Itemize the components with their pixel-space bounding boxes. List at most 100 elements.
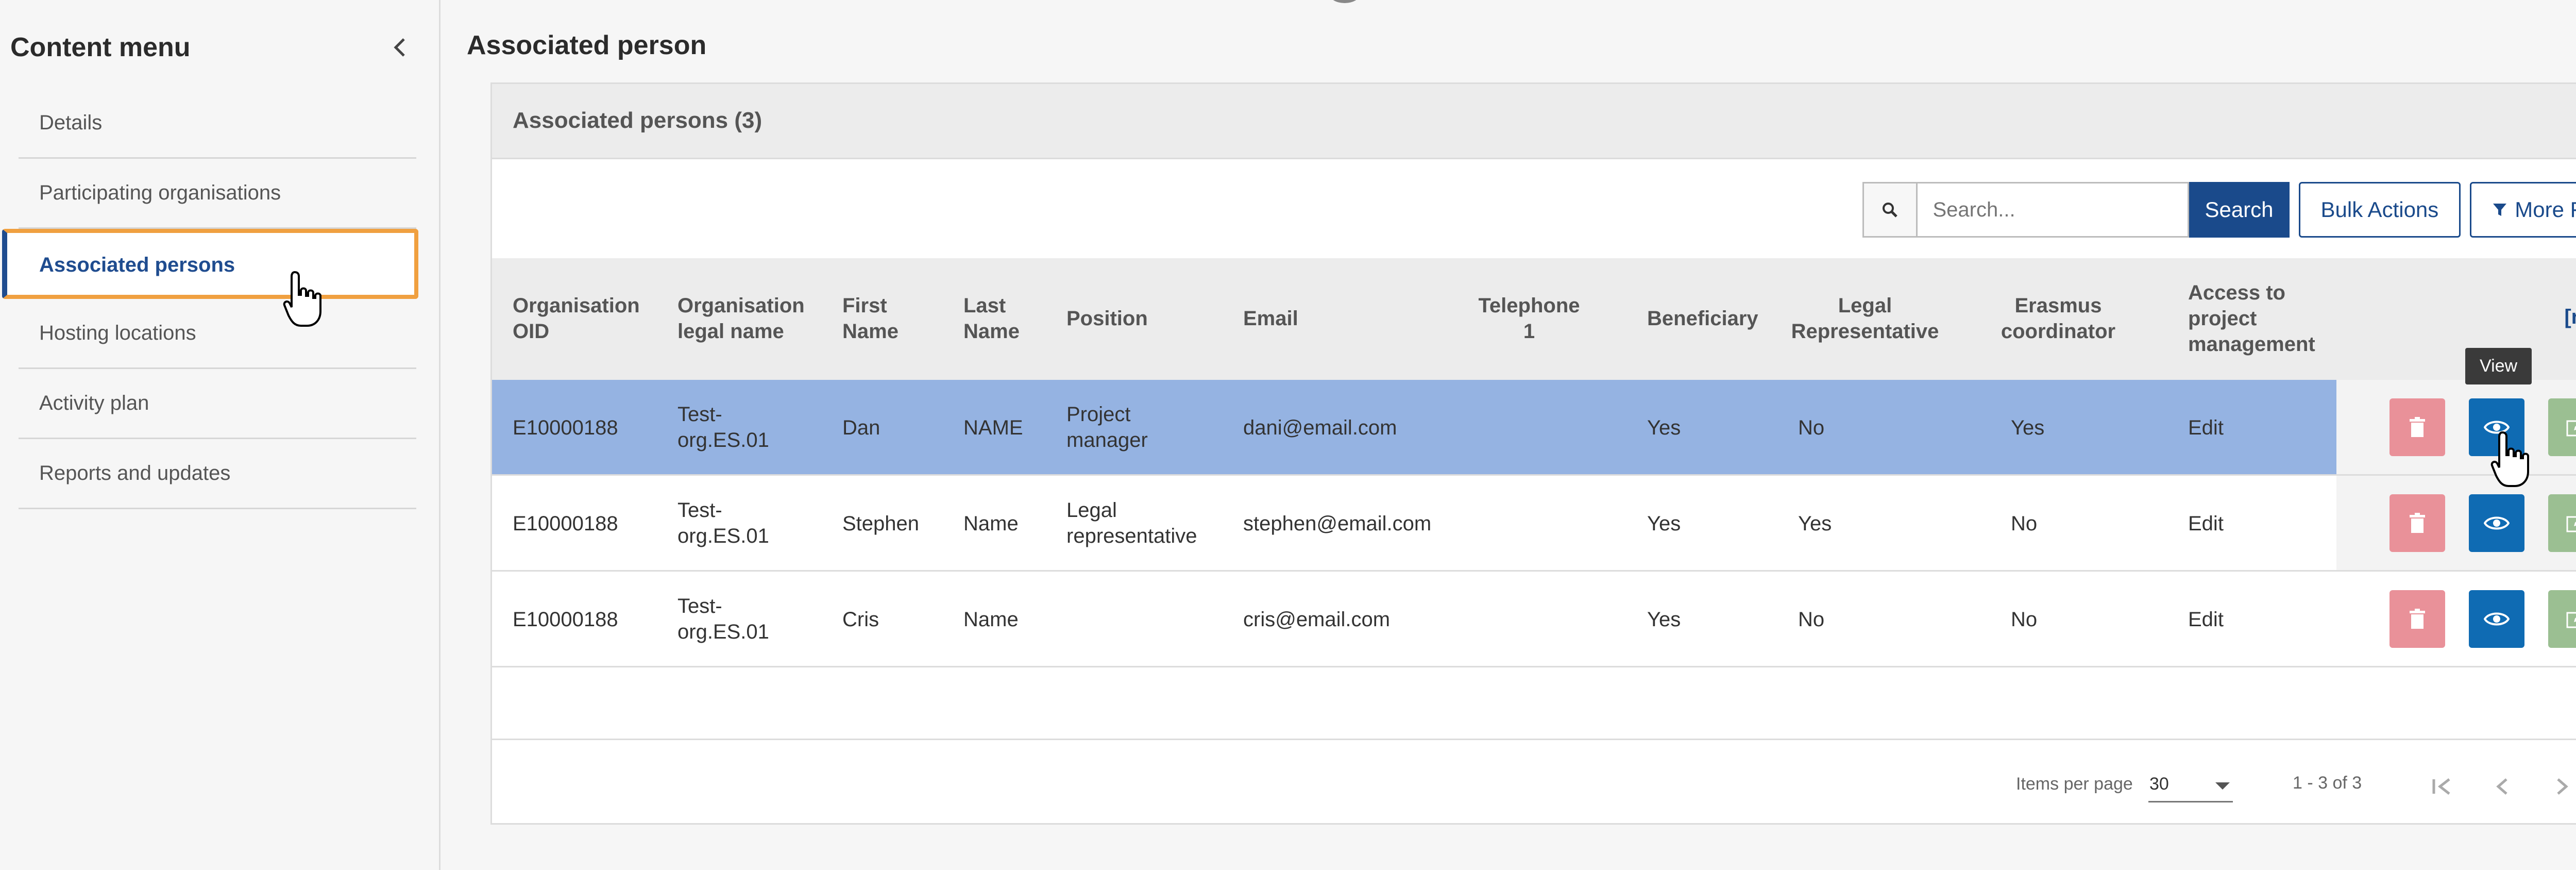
- cell-legal-name: Test-org.ES.01: [677, 499, 769, 547]
- cell-legal-name: Test-org.ES.01: [677, 595, 769, 643]
- cell-first-name: Dan: [842, 416, 880, 439]
- search-box: Search: [1862, 182, 2290, 238]
- search-button[interactable]: Search: [2189, 182, 2290, 238]
- cell-access: Edit: [2188, 416, 2224, 439]
- col-header-position[interactable]: Position: [1066, 306, 1170, 331]
- items-per-page-select[interactable]: 30: [2148, 770, 2233, 802]
- cell-email: dani@email.com: [1243, 416, 1397, 439]
- cell-erasmus-coordinator: No: [2011, 608, 2038, 631]
- cell-legal-representative: No: [1798, 416, 1825, 439]
- edit-button[interactable]: [2548, 398, 2576, 456]
- cell-legal-representative: Yes: [1798, 512, 1832, 535]
- cell-beneficiary: Yes: [1647, 512, 1681, 535]
- col-header-oid[interactable]: Organisation OID: [513, 293, 647, 344]
- card-title: Associated persons (3): [513, 108, 762, 133]
- sidebar-item-label: Details: [39, 111, 103, 134]
- sidebar-item-label: Associated persons: [39, 254, 235, 276]
- chevron-left-icon[interactable]: [387, 32, 413, 63]
- table-row[interactable]: E10000188 Test-org.ES.01 Dan NAME Projec…: [492, 380, 2576, 476]
- associated-persons-card: Associated persons (3) Search Bulk Actio…: [490, 82, 2576, 825]
- sidebar-item-details[interactable]: Details: [19, 89, 416, 159]
- sidebar-item-associated-persons[interactable]: Associated persons: [2, 229, 418, 299]
- sidebar-item-label: Hosting locations: [39, 322, 196, 344]
- cell-first-name: Stephen: [842, 512, 920, 535]
- trash-icon: [2410, 609, 2425, 629]
- more-filters-button[interactable]: More Filters: [2470, 182, 2576, 238]
- sidebar-title: Content menu: [10, 32, 191, 62]
- bulk-actions-label: Bulk Actions: [2320, 197, 2439, 222]
- sidebar-item-label: Activity plan: [39, 392, 149, 414]
- delete-button[interactable]: [2389, 494, 2445, 552]
- card-header: Associated persons (3): [492, 84, 2576, 159]
- cell-email: cris@email.com: [1243, 608, 1391, 631]
- row-actions-background: [2336, 476, 2576, 570]
- content-menu-sidebar: Content menu Details Participating organ…: [0, 0, 440, 870]
- table-row[interactable]: E10000188 Test-org.ES.01 Cris Name cris@…: [492, 572, 2576, 667]
- cell-last-name: NAME: [963, 416, 1023, 439]
- prev-page-icon[interactable]: [2487, 771, 2518, 802]
- cell-oid: E10000188: [513, 512, 618, 535]
- sidebar-list: Details Participating organisations Asso…: [2, 89, 418, 509]
- bulk-actions-button[interactable]: Bulk Actions: [2298, 182, 2461, 238]
- cell-last-name: Name: [963, 512, 1019, 535]
- next-page-icon[interactable]: [2547, 771, 2576, 802]
- search-input[interactable]: [1916, 182, 2189, 238]
- cell-oid: E10000188: [513, 416, 618, 439]
- hand-cursor-icon: [2490, 431, 2529, 487]
- cell-beneficiary: Yes: [1647, 608, 1681, 631]
- view-tooltip: View: [2465, 348, 2532, 384]
- cell-legal-representative: No: [1798, 608, 1825, 631]
- cell-erasmus-coordinator: No: [2011, 512, 2038, 535]
- table-toolbar: Search Bulk Actions More Filters: [1862, 182, 2576, 238]
- sidebar-item-reports-and-updates[interactable]: Reports and updates: [19, 439, 416, 509]
- col-header-beneficiary[interactable]: Beneficiary: [1647, 306, 1776, 331]
- chevron-down-icon: [2215, 782, 2230, 790]
- reload-link[interactable]: [reload]: [2564, 306, 2576, 329]
- edit-icon: [2566, 612, 2576, 628]
- col-header-erasmus-coordinator[interactable]: Erasmus coordinator: [1996, 293, 2120, 344]
- sidebar-item-participating-organisations[interactable]: Participating organisations: [19, 159, 416, 229]
- search-icon: [1862, 182, 1916, 238]
- cell-access: Edit: [2188, 608, 2224, 631]
- col-header-access[interactable]: Access to project management: [2188, 280, 2327, 357]
- cell-legal-name: Test-org.ES.01: [677, 403, 769, 451]
- col-header-legal-representative[interactable]: Legal Representative: [1790, 293, 1940, 344]
- delete-button[interactable]: [2389, 590, 2445, 648]
- delete-button[interactable]: [2389, 398, 2445, 456]
- view-button[interactable]: [2469, 590, 2524, 648]
- eye-icon: [2484, 612, 2510, 626]
- row-selection-highlight: [492, 380, 2336, 474]
- eye-icon: [2484, 516, 2510, 530]
- cell-position: Project manager: [1066, 403, 1148, 451]
- cell-erasmus-coordinator: Yes: [2011, 416, 2045, 439]
- edit-button[interactable]: [2548, 590, 2576, 648]
- cell-beneficiary: Yes: [1647, 416, 1681, 439]
- cell-first-name: Cris: [842, 608, 879, 631]
- top-edge-arc: [1329, 0, 1360, 3]
- table-row[interactable]: E10000188 Test-org.ES.01 Stephen Name Le…: [492, 476, 2576, 572]
- filter-icon: [2493, 204, 2507, 216]
- edit-icon: [2566, 420, 2576, 437]
- hand-cursor-icon: [283, 271, 321, 327]
- cell-access: Edit: [2188, 512, 2224, 535]
- col-header-last-name[interactable]: Last Name: [963, 293, 1025, 344]
- items-per-page-label: Items per page: [2016, 774, 2133, 794]
- page-range: 1 - 3 of 3: [2293, 773, 2362, 793]
- cell-oid: E10000188: [513, 608, 618, 631]
- sidebar-item-activity-plan[interactable]: Activity plan: [19, 369, 416, 439]
- col-header-legal-name[interactable]: Organisation legal name: [677, 293, 811, 344]
- view-button[interactable]: [2469, 494, 2524, 552]
- cell-last-name: Name: [963, 608, 1019, 631]
- row-actions-background: [2336, 380, 2576, 474]
- col-header-telephone[interactable]: Telephone 1: [1470, 293, 1588, 344]
- page-title: Associated person: [467, 30, 707, 60]
- col-header-email[interactable]: Email: [1243, 306, 1346, 331]
- edit-button[interactable]: [2548, 494, 2576, 552]
- items-per-page-value: 30: [2149, 774, 2169, 794]
- sidebar-item-hosting-locations[interactable]: Hosting locations: [19, 299, 416, 369]
- edit-icon: [2566, 516, 2576, 532]
- first-page-icon[interactable]: [2427, 771, 2458, 802]
- trash-icon: [2410, 417, 2425, 437]
- more-filters-label: More Filters: [2515, 197, 2576, 222]
- col-header-first-name[interactable]: First Name: [842, 293, 925, 344]
